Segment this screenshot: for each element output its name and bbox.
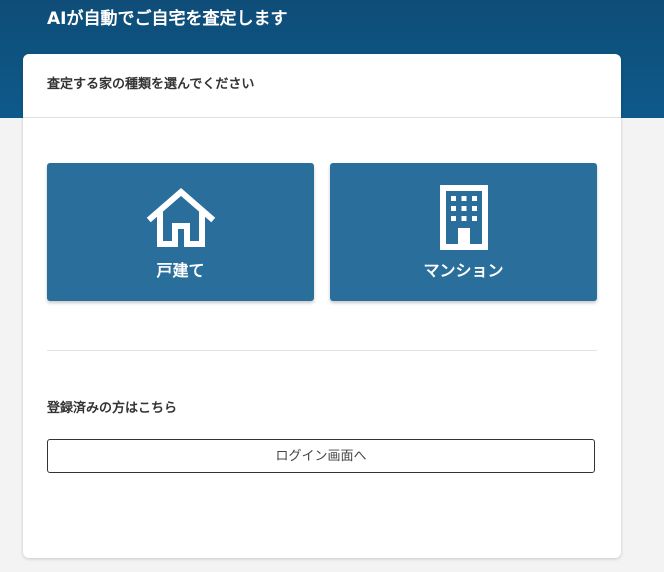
condominium-button[interactable]: マンション <box>330 163 597 301</box>
registered-users-label: 登録済みの方はこちら <box>47 401 178 416</box>
valuation-card: 査定する家の種類を選んでください 戸建て マンション 登録済みの方はこちら ログ… <box>23 54 621 558</box>
detached-house-label: 戸建て <box>156 261 205 280</box>
condominium-label: マンション <box>423 261 504 280</box>
page-title: AIが自動でご自宅を査定します <box>47 9 288 29</box>
property-type-prompt: 査定する家の種類を選んでください <box>47 77 255 92</box>
house-icon <box>146 186 216 252</box>
building-icon <box>439 185 489 255</box>
section-divider <box>47 350 597 351</box>
card-header: 査定する家の種類を選んでください <box>23 54 621 118</box>
detached-house-button[interactable]: 戸建て <box>47 163 314 301</box>
login-button[interactable]: ログイン画面へ <box>47 439 595 473</box>
